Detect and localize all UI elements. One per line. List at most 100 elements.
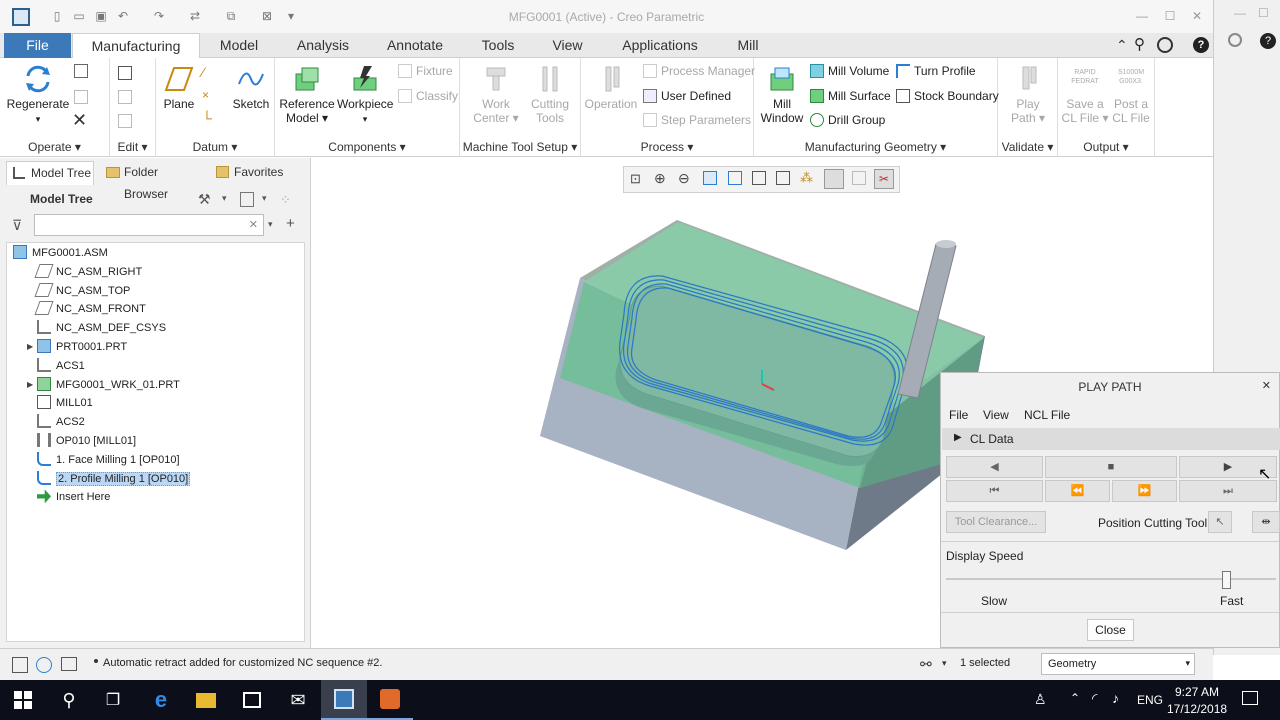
drill-group-button[interactable]: Drill Group bbox=[810, 111, 885, 129]
tray-overflow-icon[interactable]: ⌃ bbox=[1070, 691, 1080, 705]
display-style-icon[interactable] bbox=[728, 171, 742, 185]
clock-date[interactable]: 17/12/2018 bbox=[1167, 702, 1227, 716]
tree-search-field[interactable] bbox=[39, 216, 239, 234]
stop-button[interactable]: ■ bbox=[1045, 456, 1177, 478]
tab-analysis[interactable]: Analysis bbox=[284, 33, 362, 58]
datum-display-icon[interactable]: ⁂ bbox=[800, 170, 813, 186]
clear-search-icon[interactable]: ✕ bbox=[249, 218, 258, 231]
menu-ncl-file[interactable]: NCL File bbox=[1024, 408, 1070, 422]
plane-button[interactable]: Plane bbox=[160, 64, 198, 111]
mill-volume-button[interactable]: Mill Volume bbox=[810, 62, 889, 80]
language-indicator[interactable]: ENG bbox=[1137, 693, 1163, 707]
user-defined-button[interactable]: User Defined bbox=[643, 87, 731, 105]
step-forward-button[interactable]: ⏩ bbox=[1112, 480, 1177, 502]
tree-filters-icon[interactable]: ⁘ bbox=[280, 192, 291, 208]
tab-file[interactable]: File bbox=[4, 33, 71, 58]
position-cutting-tool-button[interactable]: ↖ bbox=[1208, 511, 1232, 533]
tree-item[interactable]: MFG0001.ASM bbox=[13, 244, 108, 262]
tab-applications[interactable]: Applications bbox=[612, 33, 708, 58]
tree-item[interactable]: 1. Face Milling 1 [OP010] bbox=[37, 451, 180, 469]
tab-folder-browser[interactable]: Folder Browser bbox=[100, 161, 204, 201]
tree-item[interactable]: 2. Profile Milling 1 [OP010] bbox=[37, 470, 191, 488]
filter-icon[interactable]: ⊽ bbox=[12, 217, 22, 234]
mill-surface-button[interactable]: Mill Surface bbox=[810, 87, 891, 105]
turn-profile-button[interactable]: Turn Profile bbox=[896, 62, 976, 80]
expand-icon[interactable]: ▶ bbox=[27, 338, 33, 356]
tree-item[interactable]: ACS2 bbox=[37, 413, 85, 431]
selection-filter-select[interactable]: Geometry ▾ bbox=[1041, 653, 1195, 675]
toolpath-display-icon[interactable]: ✂ bbox=[874, 169, 894, 189]
tab-favorites[interactable]: Favorites bbox=[210, 161, 286, 185]
play-backward-button[interactable]: ◀ bbox=[946, 456, 1043, 478]
copy-icon[interactable] bbox=[74, 64, 88, 78]
annotation-display-icon[interactable] bbox=[852, 171, 866, 185]
add-filter-icon[interactable]: + bbox=[286, 215, 295, 232]
tree-item[interactable]: ACS1 bbox=[37, 357, 85, 375]
tree-item[interactable]: NC_ASM_DEF_CSYS bbox=[37, 319, 166, 337]
datum-group-label[interactable]: Datum ▾ bbox=[156, 140, 274, 154]
edit-option-icon[interactable] bbox=[118, 66, 132, 80]
saved-orientations-icon[interactable] bbox=[752, 171, 766, 185]
task-view-icon[interactable]: ❐ bbox=[90, 680, 136, 720]
background-help-icon[interactable]: ? bbox=[1260, 33, 1276, 49]
tab-annotate[interactable]: Annotate bbox=[370, 33, 460, 58]
network-icon[interactable]: ◜ bbox=[1092, 690, 1097, 707]
manufacturing-geometry-group-label[interactable]: Manufacturing Geometry ▾ bbox=[754, 140, 997, 154]
filter-dropdown-icon[interactable]: ▾ bbox=[1185, 658, 1190, 669]
menu-view[interactable]: View bbox=[983, 408, 1009, 422]
command-search-icon[interactable] bbox=[1157, 37, 1173, 53]
reference-model-button[interactable]: Reference Model ▾ bbox=[279, 64, 335, 125]
store-icon[interactable] bbox=[229, 680, 275, 720]
tab-tools[interactable]: Tools bbox=[470, 33, 526, 58]
volume-icon[interactable]: ♪ bbox=[1112, 690, 1119, 706]
action-center-icon[interactable] bbox=[1242, 691, 1258, 705]
settings-icon[interactable]: ⚒ bbox=[198, 191, 211, 208]
components-group-label[interactable]: Components ▾ bbox=[275, 140, 459, 154]
background-maximize-icon[interactable]: ☐ bbox=[1258, 6, 1269, 20]
csys-icon[interactable]: └ bbox=[202, 110, 212, 126]
speed-slider-thumb[interactable] bbox=[1222, 571, 1231, 589]
tab-mill[interactable]: Mill bbox=[726, 33, 770, 58]
minimize-button[interactable]: — bbox=[1132, 8, 1152, 24]
zoom-in-icon[interactable]: ⊕ bbox=[654, 170, 666, 187]
axis-icon[interactable]: ⁄ bbox=[202, 64, 204, 80]
people-icon[interactable]: ♙ bbox=[1034, 691, 1047, 708]
close-dialog-button[interactable]: Close bbox=[1087, 619, 1134, 641]
windows-start-icon[interactable] bbox=[0, 680, 46, 720]
tree-item[interactable]: Insert Here bbox=[37, 488, 110, 506]
refit-icon[interactable]: ⊡ bbox=[630, 171, 641, 187]
background-search-icon[interactable] bbox=[1228, 33, 1242, 47]
menu-file[interactable]: File bbox=[949, 408, 968, 422]
expand-icon[interactable]: ▶ bbox=[27, 376, 33, 394]
search-dropdown-icon[interactable]: ▾ bbox=[268, 219, 273, 230]
rewind-button[interactable]: ⏮ bbox=[946, 480, 1043, 502]
sketch-button[interactable]: Sketch bbox=[230, 64, 272, 111]
step-backward-button[interactable]: ⏪ bbox=[1045, 480, 1110, 502]
tree-item[interactable]: NC_ASM_TOP bbox=[34, 282, 130, 300]
show-icon[interactable] bbox=[240, 192, 254, 207]
operate-group-label[interactable]: Operate ▾ bbox=[0, 140, 109, 154]
tree-search-input[interactable]: ✕ bbox=[34, 214, 264, 236]
file-explorer-icon[interactable] bbox=[183, 680, 229, 720]
point-icon[interactable]: × bbox=[202, 88, 209, 102]
tree-item[interactable]: NC_ASM_FRONT bbox=[34, 300, 146, 318]
tab-view[interactable]: View bbox=[540, 33, 595, 58]
dimension-button[interactable]: ⇹ bbox=[1252, 511, 1280, 533]
zoom-out-icon[interactable]: ⊖ bbox=[678, 170, 690, 187]
mail-icon[interactable]: ✉ bbox=[275, 680, 321, 720]
dialog-close-icon[interactable]: ✕ bbox=[1262, 379, 1271, 392]
full-screen-icon[interactable] bbox=[61, 657, 77, 671]
find-dropdown-icon[interactable]: ▾ bbox=[942, 658, 947, 669]
close-button[interactable]: ✕ bbox=[1187, 8, 1207, 24]
tree-item[interactable]: MILL01 bbox=[37, 394, 93, 412]
regenerate-dropdown-icon[interactable]: ▾ bbox=[36, 114, 41, 124]
tree-item[interactable]: ▶ MFG0001_WRK_01.PRT bbox=[27, 376, 180, 394]
clock-time[interactable]: 9:27 AM bbox=[1172, 685, 1222, 699]
toggle-browser-icon[interactable] bbox=[36, 657, 52, 673]
tool-clearance-button[interactable]: Tool Clearance... bbox=[946, 511, 1046, 533]
app-taskbar-icon[interactable] bbox=[367, 680, 413, 720]
validate-group-label[interactable]: Validate ▾ bbox=[998, 140, 1057, 154]
creo-taskbar-icon[interactable] bbox=[321, 680, 367, 720]
delete-icon[interactable]: ✕ bbox=[72, 110, 87, 131]
regenerate-button[interactable]: Regenerate ▾ bbox=[6, 64, 70, 126]
